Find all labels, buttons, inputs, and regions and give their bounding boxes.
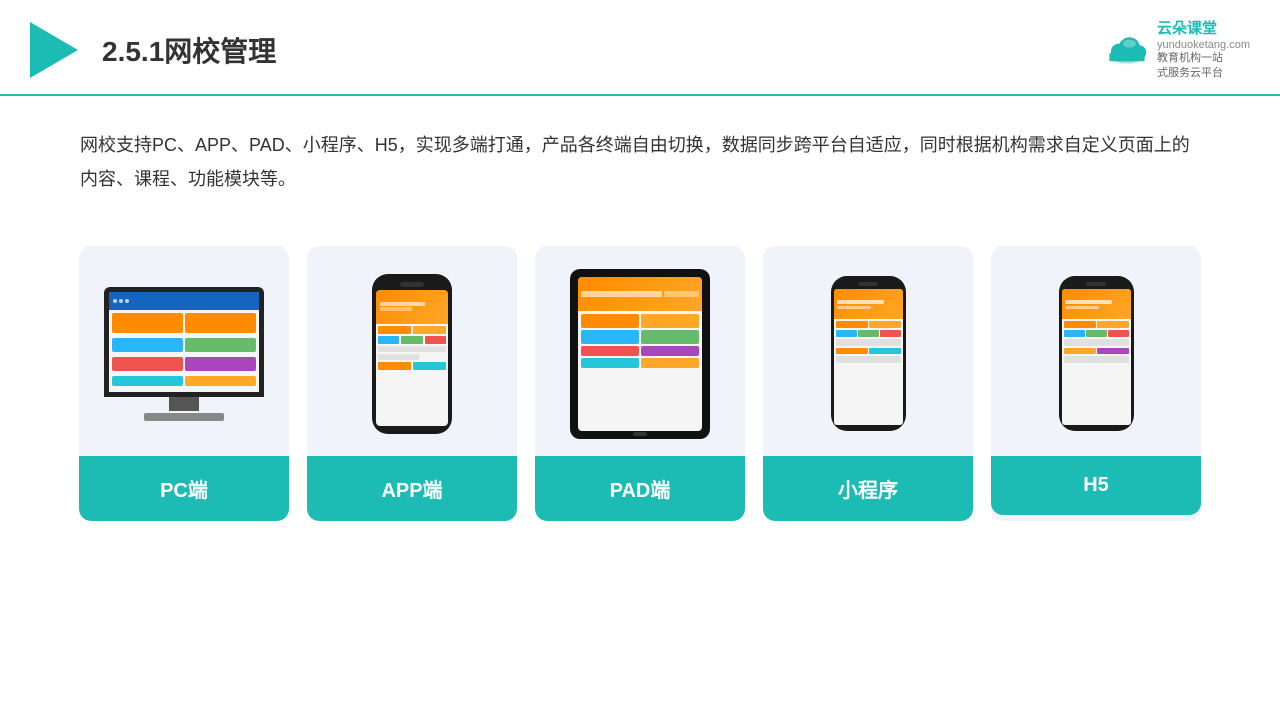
mini-phone-h5 [1059,276,1134,431]
phone-notch [400,282,424,287]
card-h5: H5 [991,246,1201,521]
header-left: 2.5.1网校管理 [30,22,276,78]
description-text: 网校支持PC、APP、PAD、小程序、H5，实现多端打通，产品各终端自由切换，数… [0,96,1280,206]
mini-notch [858,282,878,286]
cloud-icon [1103,34,1151,66]
mini-phone-miniprogram [831,276,906,431]
card-pc: PC端 [79,246,289,521]
card-miniprogram-label: 小程序 [763,456,973,521]
phone-mockup-app [372,274,452,434]
logo-icon [30,22,78,78]
cards-container: PC端 [0,216,1280,521]
card-app: APP端 [307,246,517,521]
card-app-image [307,246,517,456]
tablet-mockup [570,269,710,439]
brand-logo: 云朵课堂 yunduoketang.com 教育机构一站 式服务云平台 [1103,18,1250,82]
mini-screen [834,289,903,425]
brand-url: yunduoketang.com [1157,39,1250,51]
brand-tagline: 教育机构一站 式服务云平台 [1157,51,1250,82]
tablet-home-button [633,432,647,436]
pc-neck [169,397,199,411]
pc-monitor [104,287,264,397]
card-miniprogram: 小程序 [763,246,973,521]
card-pad: PAD端 [535,246,745,521]
brand-text-block: 云朵课堂 yunduoketang.com 教育机构一站 式服务云平台 [1157,18,1250,82]
page-title: 2.5.1网校管理 [102,30,276,70]
page-header: 2.5.1网校管理 云朵课堂 yunduoketang.com 教育机构一站 [0,0,1280,96]
card-app-label: APP端 [307,456,517,521]
pc-screen [109,292,259,392]
card-miniprogram-image [763,246,973,456]
card-h5-label: H5 [991,456,1201,515]
mini-screen-h5 [1062,289,1131,425]
header-right: 云朵课堂 yunduoketang.com 教育机构一站 式服务云平台 [1103,18,1250,82]
pc-mockup [104,287,264,421]
card-pc-image [79,246,289,456]
description-paragraph: 网校支持PC、APP、PAD、小程序、H5，实现多端打通，产品各终端自由切换，数… [80,128,1200,196]
card-pad-image [535,246,745,456]
brand-name: 云朵课堂 [1157,18,1250,39]
pc-base [144,413,224,421]
mini-notch-h5 [1086,282,1106,286]
card-pc-label: PC端 [79,456,289,521]
card-pad-label: PAD端 [535,456,745,521]
phone-screen [376,290,448,426]
card-h5-image [991,246,1201,456]
tablet-screen [578,277,702,431]
